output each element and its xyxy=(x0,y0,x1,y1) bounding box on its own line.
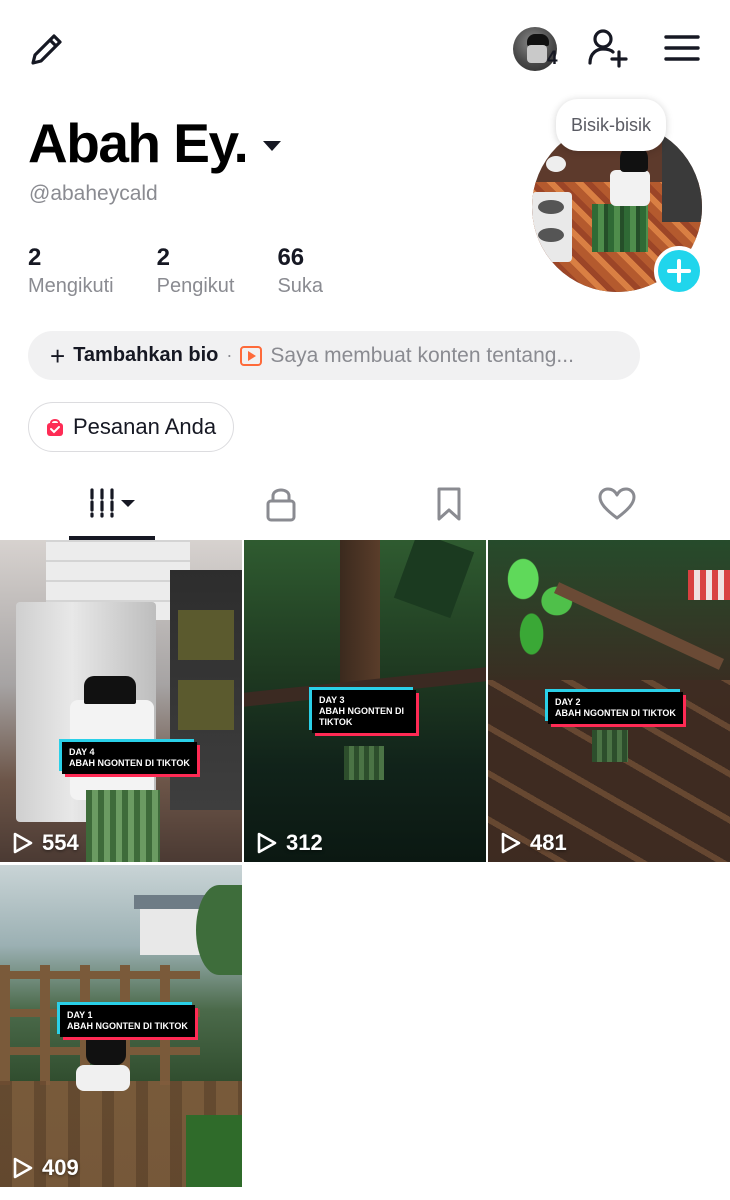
friend-count-badge: 4 xyxy=(547,48,558,69)
video-caption: DAY 1 ABAH NGONTEN DI TIKTOK xyxy=(60,1005,195,1037)
video-tile[interactable]: DAY 1 ABAH NGONTEN DI TIKTOK 409 xyxy=(0,865,242,1187)
profile-tabs xyxy=(0,468,730,540)
display-name-row[interactable]: Abah Ey. xyxy=(28,110,282,176)
caption-line: DAY 4 xyxy=(69,747,95,757)
separator-dot: · xyxy=(226,345,233,365)
add-bio-button[interactable]: + Tambahkan bio · Saya membuat konten te… xyxy=(28,331,640,380)
profile-stats: 2 Mengikuti 2 Pengikut 66 Suka xyxy=(28,243,366,299)
play-icon xyxy=(13,832,33,854)
stat-value: 2 xyxy=(28,244,42,271)
view-count-value: 409 xyxy=(42,1155,79,1180)
caption-line: ABAH NGONTEN DI TIKTOK xyxy=(67,1021,188,1031)
grid-columns-icon xyxy=(90,488,135,518)
video-tile[interactable]: DAY 3 ABAH NGONTEN DI TIKTOK 312 xyxy=(244,540,486,862)
caption-line: ABAH NGONTEN DI TIKTOK xyxy=(69,758,190,768)
video-tile[interactable]: DAY 2 ABAH NGONTEN DI TIKTOK 481 xyxy=(488,540,730,862)
plus-icon xyxy=(667,259,691,283)
plus-icon: + xyxy=(50,340,66,371)
view-count-value: 312 xyxy=(286,830,323,855)
lock-icon xyxy=(266,488,296,522)
heart-icon xyxy=(598,487,636,520)
view-count: 312 xyxy=(256,830,323,856)
video-caption: DAY 4 ABAH NGONTEN DI TIKTOK xyxy=(62,742,197,774)
view-count-value: 481 xyxy=(530,830,567,855)
video-tile[interactable]: DAY 4 ABAH NGONTEN DI TIKTOK 554 xyxy=(0,540,242,862)
view-count-value: 554 xyxy=(42,830,79,855)
stat-value: 2 xyxy=(156,244,170,271)
display-name: Abah Ey. xyxy=(28,112,249,174)
pencil-icon[interactable] xyxy=(26,28,68,70)
view-count: 554 xyxy=(12,830,79,856)
bio-prompt: Saya membuat konten tentang... xyxy=(270,343,574,367)
hamburger-menu-icon[interactable] xyxy=(662,30,702,66)
stat-label: Pengikut xyxy=(156,275,235,297)
stat-value: 66 xyxy=(277,244,305,271)
tab-videos[interactable] xyxy=(21,468,203,540)
play-icon xyxy=(13,1157,33,1179)
video-caption: DAY 2 ABAH NGONTEN DI TIKTOK xyxy=(548,692,683,724)
caption-line: TIKTOK xyxy=(319,717,353,727)
video-caption: DAY 3 ABAH NGONTEN DI TIKTOK xyxy=(312,690,416,733)
top-bar: 4 xyxy=(0,0,730,100)
username: @abaheycald xyxy=(29,182,158,205)
caption-line: DAY 2 xyxy=(555,697,581,707)
note-bubble[interactable]: Bisik-bisik xyxy=(556,99,667,151)
add-story-button[interactable] xyxy=(654,246,704,296)
stat-label: Mengikuti xyxy=(28,275,114,297)
video-play-icon xyxy=(240,345,263,366)
play-icon xyxy=(501,832,521,854)
stat-followers[interactable]: 2 Pengikut xyxy=(157,243,235,299)
stat-following[interactable]: 2 Mengikuti xyxy=(28,243,114,299)
caption-line: ABAH NGONTEN DI xyxy=(319,706,404,716)
caption-line: ABAH NGONTEN DI TIKTOK xyxy=(555,708,676,718)
stat-likes[interactable]: 66 Suka xyxy=(277,243,323,299)
person-plus-icon[interactable] xyxy=(586,26,630,70)
stat-label: Suka xyxy=(277,275,324,297)
orders-button[interactable]: Pesanan Anda xyxy=(28,402,235,452)
shopping-bag-icon xyxy=(45,417,65,437)
caption-line: DAY 3 xyxy=(319,695,345,705)
view-count: 409 xyxy=(12,1155,79,1181)
tab-liked[interactable] xyxy=(526,468,708,540)
caret-down-icon xyxy=(263,141,282,151)
add-bio-label: Tambahkan bio xyxy=(73,344,219,366)
view-count: 481 xyxy=(500,830,567,856)
tab-private[interactable] xyxy=(190,468,372,540)
orders-label: Pesanan Anda xyxy=(73,414,217,439)
bookmark-icon xyxy=(437,487,461,521)
caption-line: DAY 1 xyxy=(67,1010,93,1020)
play-icon xyxy=(257,832,277,854)
tab-saved[interactable] xyxy=(358,468,540,540)
